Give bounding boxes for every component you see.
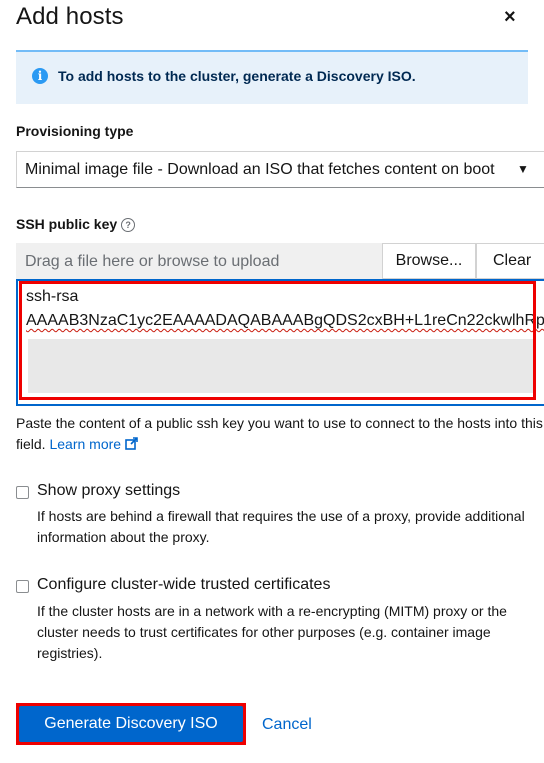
trusted-certs-label[interactable]: Configure cluster-wide trusted certifica… — [37, 576, 330, 594]
highlight-box — [19, 281, 536, 400]
provisioning-type-value: Minimal image file - Download an ISO tha… — [25, 161, 495, 178]
alert-text: To add hosts to the cluster, generate a … — [58, 68, 416, 84]
proxy-description: If hosts are behind a firewall that requ… — [37, 508, 525, 545]
caret-down-icon: ▼ — [517, 162, 529, 176]
ssh-key-label-row: SSH public key? — [16, 216, 136, 233]
ssh-key-label: SSH public key — [16, 216, 118, 232]
close-icon[interactable]: × — [504, 6, 516, 29]
proxy-checkbox-label[interactable]: Show proxy settings — [37, 482, 180, 500]
info-alert: i To add hosts to the cluster, generate … — [16, 50, 528, 104]
generate-iso-highlight: Generate Discovery ISO — [16, 703, 246, 745]
browse-button[interactable]: Browse... — [382, 243, 476, 279]
provisioning-type-select[interactable]: Minimal image file - Download an ISO tha… — [16, 151, 544, 188]
help-icon[interactable]: ? — [121, 218, 136, 233]
modal-title: Add hosts — [16, 3, 124, 30]
trusted-certs-checkbox[interactable] — [16, 580, 29, 593]
file-drop-zone[interactable]: Drag a file here or browse to upload — [16, 243, 382, 279]
ssh-helper-text: Paste the content of a public ssh key yo… — [16, 413, 544, 455]
provisioning-type-label: Provisioning type — [16, 123, 134, 139]
file-drop-placeholder: Drag a file here or browse to upload — [25, 253, 280, 270]
generate-discovery-iso-button[interactable]: Generate Discovery ISO — [19, 706, 243, 742]
info-icon: i — [32, 68, 48, 84]
proxy-checkbox[interactable] — [16, 486, 29, 499]
cancel-button[interactable]: Cancel — [262, 716, 312, 734]
learn-more-link[interactable]: Learn more — [49, 436, 138, 452]
external-link-icon — [125, 437, 138, 450]
trusted-certs-description: If the cluster hosts are in a network wi… — [37, 603, 507, 661]
learn-more-label: Learn more — [49, 436, 122, 452]
clear-button[interactable]: Clear — [476, 243, 544, 279]
file-upload: Drag a file here or browse to upload Bro… — [16, 243, 544, 279]
